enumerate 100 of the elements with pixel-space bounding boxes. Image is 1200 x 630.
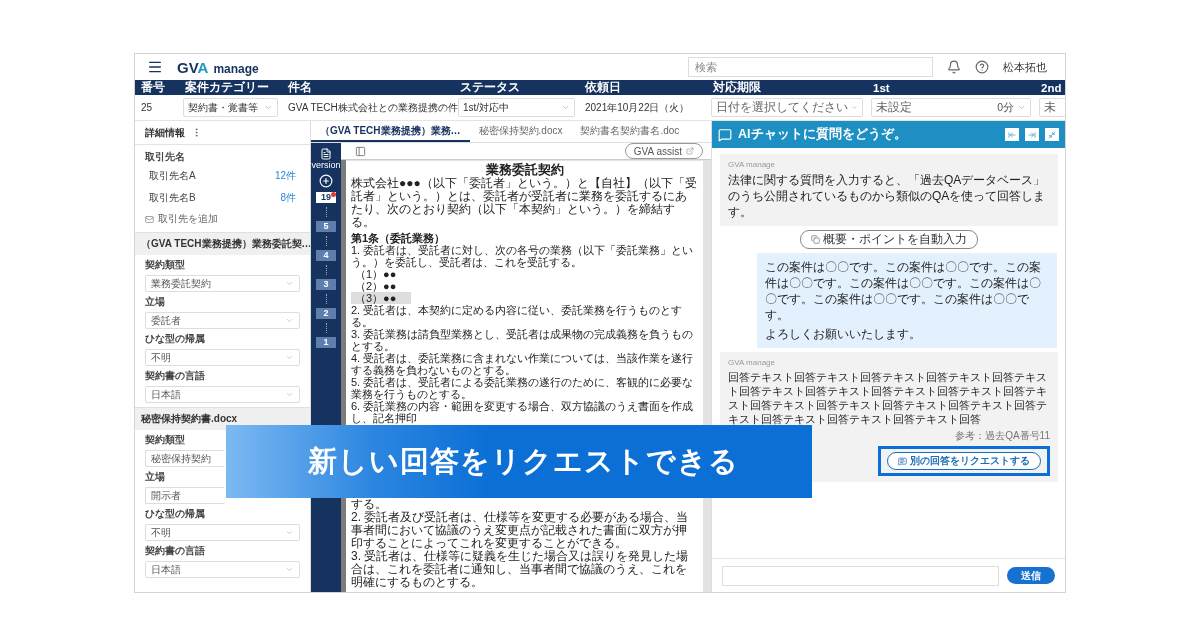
menu-icon[interactable] <box>147 59 163 75</box>
case-select[interactable]: 未 <box>1039 98 1065 117</box>
send-button[interactable]: 送信 <box>1007 567 1055 584</box>
column-header: 件名 <box>287 80 313 95</box>
chat-input[interactable] <box>722 565 999 586</box>
chevron-icon <box>285 279 294 288</box>
column-header: ステータス <box>459 80 521 95</box>
list-item: （1）●● <box>354 268 398 280</box>
field-label: 契約書の言語 <box>145 369 206 383</box>
field-label: 契約類型 <box>145 433 186 447</box>
document-text: 株式会社●●●（以下「委託者」という。）と【自社】（以下「受託者」という。）とは、委託者が受託者に業務を委託するにあたり、次のとおり契約（以下「本契約」という。）を締結する。 <box>351 177 698 229</box>
article-heading: 第1条（委託業務） <box>351 232 446 244</box>
chevron-icon <box>285 316 294 325</box>
add-client-link[interactable]: 取引先を追加 <box>145 210 300 228</box>
field-label: 立場 <box>145 295 166 309</box>
version-badge[interactable]: 3 <box>316 279 336 290</box>
case-select[interactable]: 1st/対応中 <box>458 98 575 117</box>
document-text: する。 <box>351 498 388 511</box>
chevron-icon <box>851 103 858 112</box>
sender-name: GVA manage <box>728 160 776 169</box>
column-header: 番号 <box>140 80 166 95</box>
panel-title: 詳細情報 <box>145 125 185 140</box>
version-badge[interactable]: 1 <box>316 337 336 348</box>
help-icon[interactable] <box>975 60 989 74</box>
chevron-icon <box>285 353 294 362</box>
case-select[interactable]: 契約書・覚書等 <box>183 98 278 117</box>
request-answer-button[interactable]: 別の回答をリクエストする <box>887 452 1041 470</box>
sender-name: GVA manage <box>728 358 776 367</box>
chevron-icon <box>561 103 570 112</box>
field-label: ひな型の帰属 <box>145 507 206 521</box>
copy-icon <box>810 235 820 244</box>
field-label: 取引先名 <box>145 150 186 164</box>
bell-icon[interactable] <box>947 60 961 74</box>
document-text: 3. 委託業務は請負型業務とし、受託者は成果物の完成義務を負うものとする。 <box>351 328 695 352</box>
group-title: （GVA TECH業務提携）業務委託契… <box>135 232 310 255</box>
document-text: 2. 委託者及び受託者は、仕様等を変更する必要がある場合、当事者間において協議のうえ変更点が記載された書面に双方が押印することによってこれを変更することができる。 <box>351 511 690 550</box>
external-link-icon <box>686 147 694 155</box>
column-header: 案件カテゴリー <box>184 80 270 95</box>
version-badge[interactable]: 5 <box>316 221 336 232</box>
document-text: 2. 受託者は、本契約に定める内容に従い、委託業務を行うものとする。 <box>351 304 684 328</box>
select-field[interactable]: 日本語 <box>145 561 300 578</box>
logo: GVA manage <box>177 58 259 76</box>
document-tab[interactable]: （GVA TECH業務提携）業務… <box>311 121 470 142</box>
chevron-icon <box>285 565 294 574</box>
list-item: （3）●● <box>351 292 411 304</box>
search-field[interactable]: 検索 <box>688 57 933 77</box>
autofill-button[interactable]: 概要・ポイントを自動入力 <box>799 230 978 249</box>
select-field[interactable]: 不明 <box>145 524 300 541</box>
message-text: 法律に関する質問を入力すると、「過去QAデータベース」のうち公開されているものから類似のQAを使って回答します。 <box>728 172 1047 220</box>
client-item[interactable]: 取引先名A 12件 <box>145 166 300 186</box>
select-field[interactable]: 秘密保持契約 <box>145 450 225 467</box>
field-label: 立場 <box>145 470 166 484</box>
document-tab[interactable]: 契約書名契約書名.doc <box>571 121 689 142</box>
reference-text: 参考：過去QA番号11 <box>955 429 1050 443</box>
message-icon <box>898 456 907 466</box>
chat-icon <box>718 127 732 142</box>
version-label: version <box>311 160 341 170</box>
column-header: 2nd <box>1040 81 1063 94</box>
field-label: 契約類型 <box>145 258 186 272</box>
document-tab[interactable]: 秘密保持契約.docx <box>469 121 572 142</box>
select-field[interactable]: 日本語 <box>145 386 300 403</box>
case-select[interactable]: 日付を選択してください <box>711 98 863 117</box>
minimize-button[interactable] <box>1045 128 1059 141</box>
user-name[interactable]: 松本拓也 <box>1003 59 1047 75</box>
column-header: 1st <box>872 81 891 94</box>
minimize-icon <box>1048 130 1056 139</box>
client-item[interactable]: 取引先名B 8件 <box>145 188 300 208</box>
version-badge[interactable]: 2 <box>316 308 336 319</box>
case-select[interactable]: 未設定 0分 <box>871 98 1031 117</box>
chevron-icon <box>285 390 294 399</box>
document-text: 6. 委託業務の内容・範囲を変更する場合、双方協議のうえ書面を作成し、記名押印 <box>351 400 695 424</box>
document-text: 1. 委託者は、受託者に対し、次の各号の業務（以下「委託業務」という。）を委託し、受託者は、これを受託する。 <box>351 244 695 268</box>
select-field[interactable]: 業務委託契約 <box>145 275 300 292</box>
document-text: 5. 委託者は、受託者による委託業務の遂行のために、客観的に必要な業務を行うものとする。 <box>351 376 695 400</box>
arrow-left-icon <box>1008 130 1016 139</box>
promo-banner: 新しい回答をリクエストできる <box>226 425 812 498</box>
document-text: 3. 受託者は、仕様等に疑義を生じた場合又は誤りを発見した場合は、これを委託者に通知し、当事者間で協議のうえ、これを明確にするものとする。 <box>351 550 690 589</box>
select-field[interactable]: 委託者 <box>145 312 300 329</box>
case-value: 25 <box>140 102 154 113</box>
column-header: 対応期限 <box>712 80 762 95</box>
chevron-icon <box>1017 103 1026 112</box>
document-text: 4. 受託者は、委託業務に含まれない作業については、当該作業を遂行する義務を負わないものとする。 <box>351 352 695 376</box>
chevron-icon <box>285 528 294 537</box>
message-text: 回答テキスト回答テキスト回答テキスト回答テキスト回答テキスト回答テキスト回答テキスト回答テキスト回答テキスト回答テキスト回答テキスト回答テキスト回答テキスト回答テキスト回答テキスト回答テキスト回答テキスト回答テキスト回答 <box>728 370 1048 426</box>
arrow-right-icon <box>1028 130 1036 139</box>
column-header: 依頼日 <box>584 80 622 95</box>
document-icon[interactable] <box>320 148 332 160</box>
message-text: この案件は〇〇です。この案件は〇〇です。この案件は〇〇です。この案件は〇〇です。この案件は〇〇です。この案件は〇〇です。この案件は〇〇です。 <box>765 259 1042 323</box>
assist-button[interactable]: GVA assist <box>624 143 703 159</box>
list-item: （2）●● <box>354 280 398 292</box>
mail-icon <box>145 214 154 224</box>
version-badge[interactable]: 4 <box>316 250 336 261</box>
version-badge[interactable]: 19 <box>316 192 336 203</box>
field-label: ひな型の帰属 <box>145 332 206 346</box>
select-field[interactable]: 不明 <box>145 349 300 366</box>
panel-icon[interactable] <box>355 145 366 157</box>
select-field[interactable]: 開示者 <box>145 487 225 504</box>
case-value: 2021年10月22日（火） <box>584 100 691 115</box>
add-icon[interactable] <box>319 174 333 188</box>
field-label: 契約書の言語 <box>145 544 206 558</box>
